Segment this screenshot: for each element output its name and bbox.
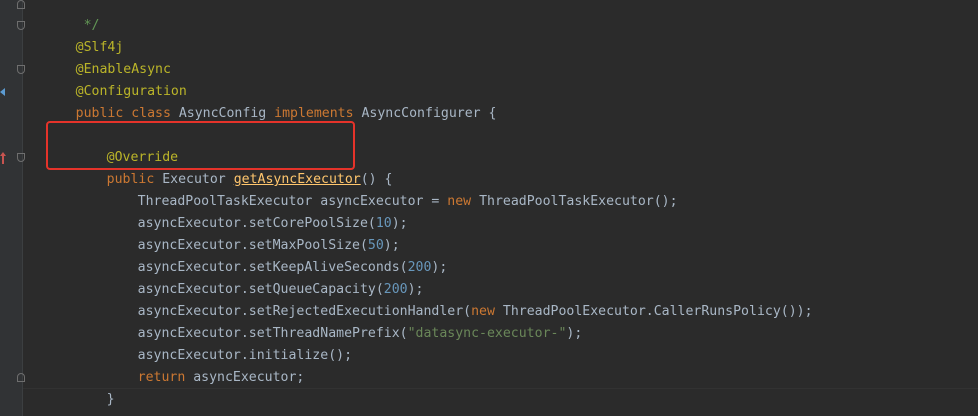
fold-marker-icon[interactable] (17, 0, 25, 9)
fold-marker-icon[interactable] (17, 153, 25, 162)
fold-marker-icon[interactable] (17, 65, 25, 74)
code-text: AsyncConfigurer { (361, 106, 497, 121)
override-marker-icon[interactable] (0, 152, 6, 164)
keyword-text: new (447, 194, 480, 209)
string-literal: "datasync-executor-" (407, 326, 567, 341)
editor-gutter[interactable] (0, 0, 25, 416)
code-text: } (106, 392, 115, 407)
code-line-queue-capacity: asyncExecutor.setQueueCapacity(200); (90, 257, 424, 297)
keyword-text: return (137, 370, 194, 385)
fold-marker-icon[interactable] (17, 21, 25, 30)
code-area[interactable]: */ @Slf4j @EnableAsync @Configuration pu… (28, 0, 978, 416)
code-text: asyncExecutor; (193, 370, 305, 385)
code-line-annotation-slf4j: @Slf4j (28, 15, 124, 55)
code-text: ); (566, 326, 583, 341)
code-line-thread-prefix: asyncExecutor.setThreadNamePrefix("datas… (90, 301, 583, 341)
code-line-initialize: asyncExecutor.initialize(); (90, 323, 352, 363)
code-line-annotation-configuration: @Configuration (28, 59, 187, 99)
code-line-max-pool-size: asyncExecutor.setMaxPoolSize(50); (90, 213, 400, 253)
code-editor[interactable]: */ @Slf4j @EnableAsync @Configuration pu… (0, 0, 978, 416)
code-line-new-executor: ThreadPoolTaskExecutor asyncExecutor = n… (90, 169, 678, 209)
implementation-marker-icon[interactable] (0, 86, 6, 96)
code-text: ); (431, 260, 448, 275)
fold-marker-icon[interactable] (17, 373, 25, 382)
code-line-comment-end: */ (28, 0, 100, 33)
code-line-annotation-enableasync: @EnableAsync (28, 37, 171, 77)
code-line-core-pool-size: asyncExecutor.setCorePoolSize(10); (90, 191, 408, 231)
highlight-annotation-box (46, 121, 355, 170)
keyword-text: public class (75, 106, 179, 121)
code-text: ThreadPoolTaskExecutor(); (479, 194, 678, 209)
keyword-text: implements (274, 106, 362, 121)
code-line-keep-alive: asyncExecutor.setKeepAliveSeconds(200); (90, 235, 448, 275)
code-line-class-declaration: public class AsyncConfig implements Asyn… (28, 81, 497, 121)
code-line-return: return asyncExecutor; (90, 345, 305, 385)
code-line-close-brace: } (59, 367, 115, 407)
divider (23, 388, 978, 389)
code-line-rejected-handler: asyncExecutor.setRejectedExecutionHandle… (90, 279, 813, 319)
class-name-text: AsyncConfig (178, 106, 275, 121)
